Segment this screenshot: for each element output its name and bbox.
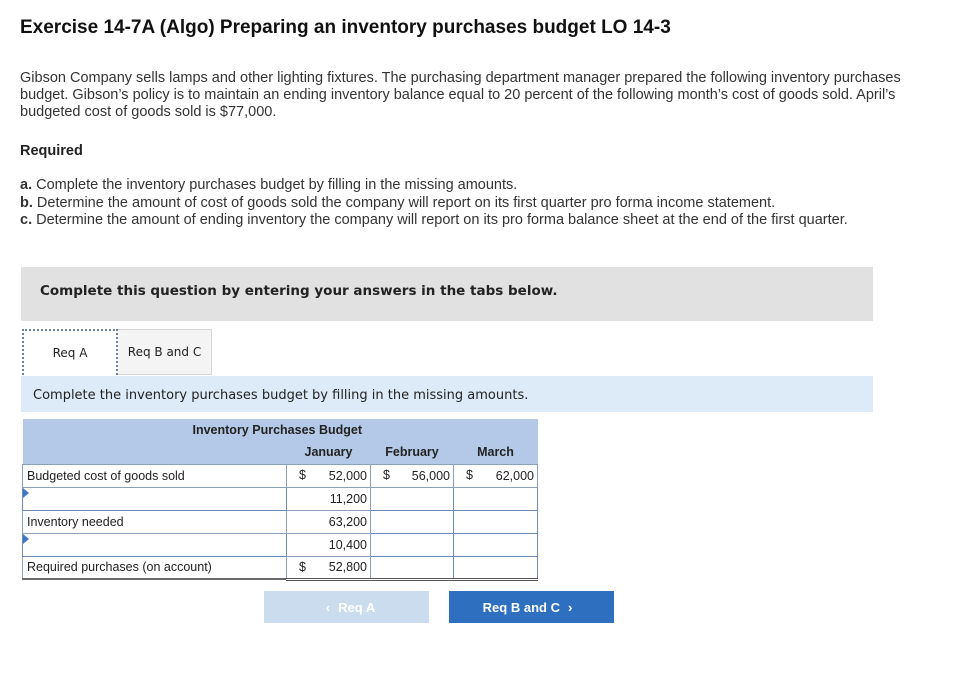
beginning-inventory-january-value: 10,400 [328, 537, 367, 552]
currency-sign: $ [299, 559, 306, 574]
purchases-february-input[interactable] [370, 555, 460, 581]
beginning-inventory-march-value [534, 538, 537, 552]
table-row: Inventory needed 63,200 [22, 509, 538, 534]
required-c-text: Determine the amount of ending inventory… [36, 212, 848, 228]
prev-tab-label: Req A [338, 599, 376, 615]
row-label-inventory-needed: Inventory needed [22, 509, 287, 534]
ending-inventory-february-input[interactable] [370, 486, 460, 511]
purchases-march-value [534, 560, 537, 574]
row-label-cogs: Budgeted cost of goods sold [22, 463, 287, 488]
banner-text: Complete this question by entering your … [40, 283, 558, 299]
table-row: Budgeted cost of goods sold $52,000 $56,… [22, 463, 538, 488]
table-row: Required purchases (on account) $52,800 [22, 555, 538, 581]
inventory-purchases-budget-table: Inventory Purchases Budget January Febru… [22, 419, 538, 581]
page-title: Exercise 14-7A (Algo) Preparing an inven… [20, 17, 671, 38]
currency-sign: $ [299, 467, 306, 482]
col-header-march: March [453, 441, 538, 465]
col-header-january: January [286, 441, 371, 465]
cogs-march-value: 62,000 [495, 468, 534, 483]
chevron-right-icon: › [567, 599, 573, 615]
inventory-needed-march-input[interactable] [453, 509, 538, 534]
cogs-february: $56,000 [370, 463, 454, 488]
required-list: a. Complete the inventory purchases budg… [20, 177, 950, 230]
input-flag-icon [23, 533, 29, 544]
inventory-needed-january-value: 63,200 [328, 514, 367, 529]
required-heading: Required [20, 143, 83, 159]
row-label-required-purchases: Required purchases (on account) [22, 555, 287, 580]
inventory-needed-february-input[interactable] [370, 509, 460, 534]
next-tab-button[interactable]: Req B and C › [449, 591, 614, 623]
prev-tab-button[interactable]: ‹ Req A [264, 591, 429, 623]
cogs-january-value: 52,000 [328, 468, 367, 483]
required-b-text: Determine the amount of cost of goods so… [36, 194, 776, 211]
currency-sign: $ [383, 467, 390, 482]
tab-instruction-text: Complete the inventory purchases budget … [33, 388, 529, 403]
budget-title-text: Inventory Purchases Budget [192, 423, 363, 437]
purchases-january: $52,800 [286, 555, 377, 581]
beginning-inventory-march-input[interactable] [453, 532, 538, 557]
marker-a: a. [20, 177, 33, 193]
marker-c: c. [20, 212, 33, 228]
table-row: 11,200 [22, 486, 538, 511]
required-item-c: c. Determine the amount of ending invent… [20, 212, 950, 230]
ending-inventory-march-value [534, 492, 537, 506]
budget-title: Inventory Purchases Budget [193, 419, 538, 441]
ending-inventory-january-value: 11,200 [329, 491, 367, 506]
currency-sign: $ [466, 467, 473, 482]
inventory-needed-january: 63,200 [286, 509, 377, 534]
label-input-beginning-inventory[interactable] [22, 532, 287, 557]
tab-req-a[interactable]: Req A [22, 329, 118, 375]
tab-instruction: Complete the inventory purchases budget … [21, 376, 873, 412]
table-row: 10,400 [22, 532, 538, 557]
input-flag-icon [23, 487, 29, 498]
next-tab-label: Req B and C [482, 599, 560, 615]
marker-b: b. [20, 194, 33, 211]
ending-inventory-january: 11,200 [286, 486, 377, 511]
beginning-inventory-february-input[interactable] [370, 532, 460, 557]
label-input-ending-inventory[interactable] [22, 486, 287, 511]
cogs-march: $62,000 [453, 463, 538, 488]
problem-intro: Gibson Company sells lamps and other lig… [20, 70, 901, 120]
beginning-inventory-january: 10,400 [286, 532, 377, 557]
instructions-banner: Complete this question by entering your … [21, 267, 873, 321]
chevron-left-icon: ‹ [325, 599, 331, 615]
required-item-a: a. Complete the inventory purchases budg… [20, 177, 950, 195]
ending-inventory-march-input[interactable] [453, 486, 538, 511]
col-header-february: February [370, 441, 454, 465]
inventory-needed-march-value [534, 515, 537, 529]
cogs-february-value: 56,000 [411, 468, 450, 483]
tab-req-b-and-c[interactable]: Req B and C [118, 329, 212, 375]
cogs-january: $52,000 [286, 463, 371, 488]
required-item-b: b. Determine the amount of cost of goods… [20, 195, 950, 213]
purchases-january-value: 52,800 [328, 560, 367, 574]
purchases-march-input[interactable] [453, 555, 538, 581]
required-a-text: Complete the inventory purchases budget … [36, 177, 518, 193]
